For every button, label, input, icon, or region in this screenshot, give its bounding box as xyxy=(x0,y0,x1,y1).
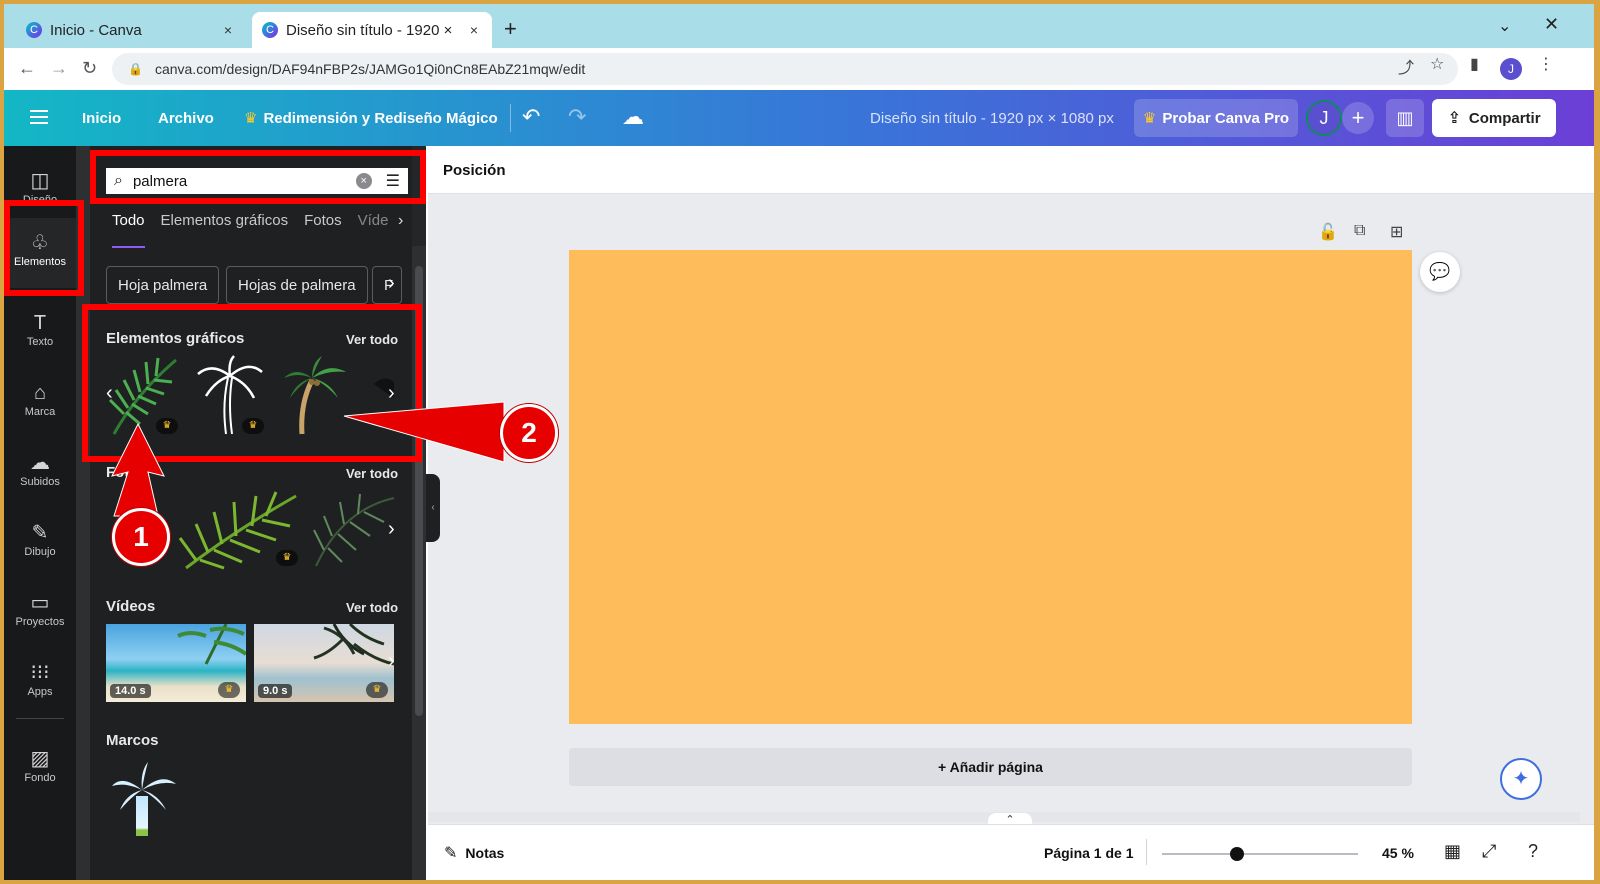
annotation-arrows xyxy=(111,401,505,517)
browser-window: C Inicio - Canva × C Diseño sin título -… xyxy=(4,4,1594,880)
callout-2: 2 xyxy=(500,404,558,462)
arrow-1-shape xyxy=(111,422,165,517)
arrow-2-shape xyxy=(343,401,505,463)
callout-1: 1 xyxy=(112,508,170,566)
